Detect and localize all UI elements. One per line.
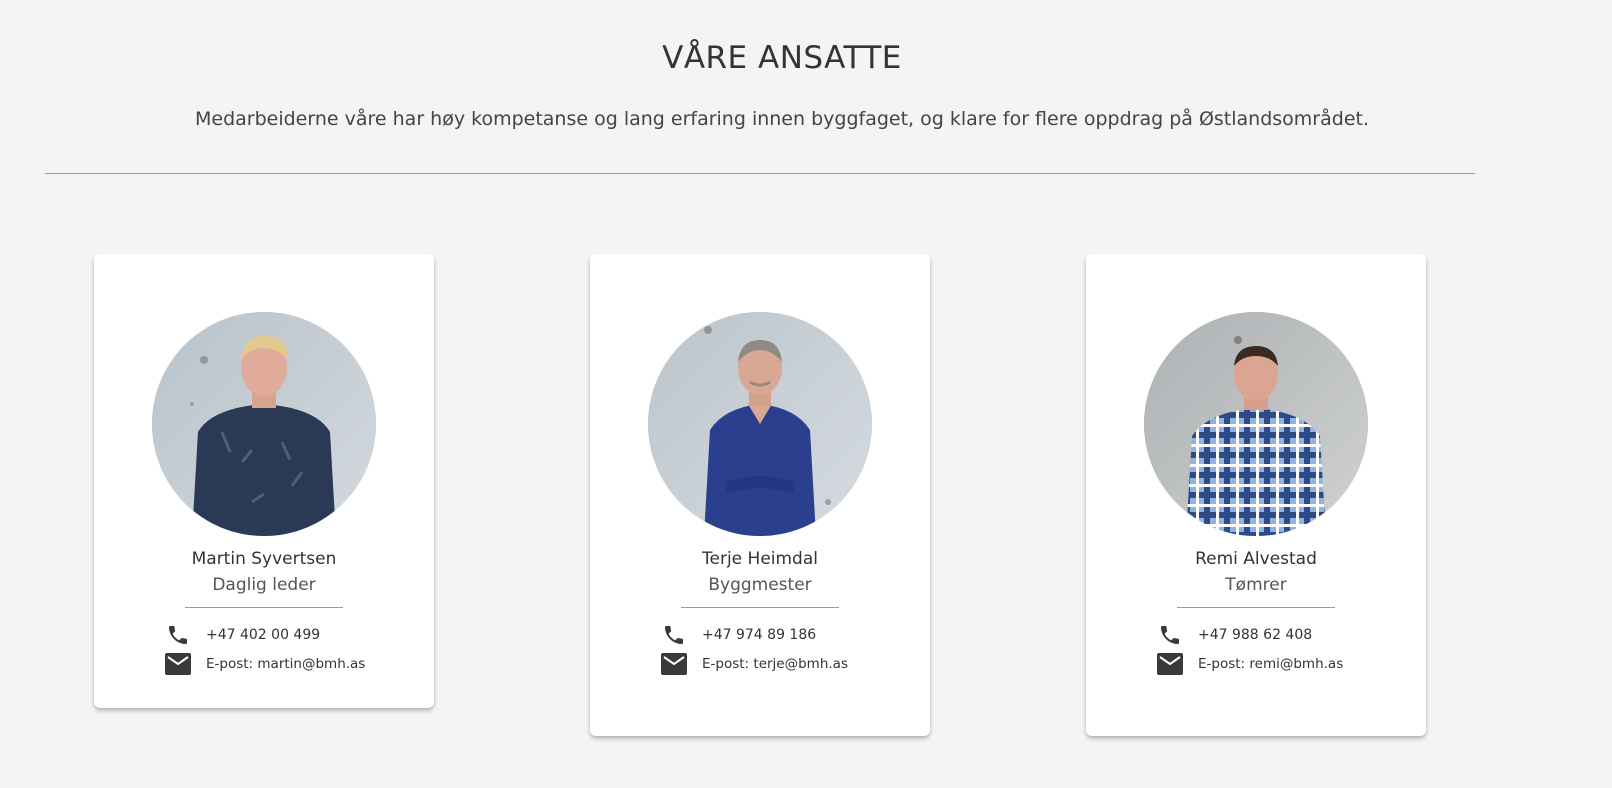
employee-photo bbox=[1144, 312, 1368, 536]
section-divider bbox=[45, 173, 1475, 174]
card-divider bbox=[681, 607, 839, 608]
phone-row[interactable]: +47 988 62 408 bbox=[1156, 622, 1312, 648]
employee-name: Terje Heimdal bbox=[702, 549, 818, 569]
email-address[interactable]: E-post: martin@bmh.as bbox=[206, 656, 365, 672]
employee-card: Terje Heimdal Byggmester +47 974 89 186 … bbox=[590, 254, 930, 736]
phone-row[interactable]: +47 974 89 186 bbox=[660, 622, 816, 648]
intro-text: Medarbeiderne våre har høy kompetanse og… bbox=[195, 108, 1369, 130]
phone-number[interactable]: +47 974 89 186 bbox=[702, 627, 816, 643]
phone-row[interactable]: +47 402 00 499 bbox=[164, 622, 320, 648]
employee-role: Tømrer bbox=[1225, 575, 1287, 595]
email-address[interactable]: E-post: remi@bmh.as bbox=[1198, 656, 1343, 672]
mail-icon bbox=[1156, 651, 1184, 677]
mail-icon bbox=[164, 651, 192, 677]
employee-name: Remi Alvestad bbox=[1195, 549, 1317, 569]
card-divider bbox=[185, 607, 343, 608]
phone-icon bbox=[660, 622, 688, 648]
employee-role: Daglig leder bbox=[212, 575, 316, 595]
phone-icon bbox=[164, 622, 192, 648]
phone-number[interactable]: +47 402 00 499 bbox=[206, 627, 320, 643]
phone-number[interactable]: +47 988 62 408 bbox=[1198, 627, 1312, 643]
mail-icon bbox=[660, 651, 688, 677]
email-row[interactable]: E-post: remi@bmh.as bbox=[1156, 651, 1343, 677]
phone-icon bbox=[1156, 622, 1184, 648]
employee-role: Byggmester bbox=[708, 575, 812, 595]
employee-card: Remi Alvestad Tømrer +47 988 62 408 E-po… bbox=[1086, 254, 1426, 736]
email-row[interactable]: E-post: martin@bmh.as bbox=[164, 651, 365, 677]
email-address[interactable]: E-post: terje@bmh.as bbox=[702, 656, 848, 672]
employee-photo bbox=[152, 312, 376, 536]
card-divider bbox=[1177, 607, 1335, 608]
employee-name: Martin Syvertsen bbox=[191, 549, 337, 569]
email-row[interactable]: E-post: terje@bmh.as bbox=[660, 651, 848, 677]
employee-card: Martin Syvertsen Daglig leder +47 402 00… bbox=[94, 254, 434, 708]
employee-photo bbox=[648, 312, 872, 536]
page-title: VÅRE ANSATTE bbox=[662, 40, 902, 76]
